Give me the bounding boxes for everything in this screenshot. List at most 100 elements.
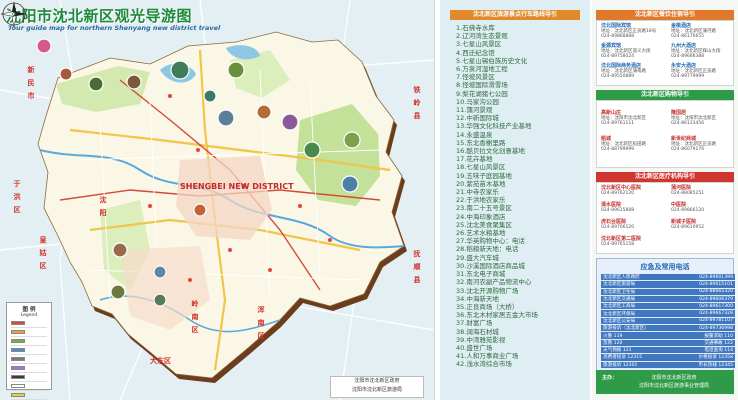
emergency-name: 沈北新区公安局 <box>601 317 677 326</box>
shopping-entry: 新世纪商城 地址：沈北新区正良路 024-86079176 <box>671 137 735 153</box>
map-title: 沈阳市沈北新区观光导游图 <box>6 7 193 25</box>
medical-entry: 沈北新区中心医院 024-89762120 <box>601 186 665 197</box>
medical-entry-phone: 024-89762120 <box>601 191 635 196</box>
legend-subtitle: Legend <box>20 313 38 318</box>
emergency-row: 旅游投诉（沈北新区） 024-89736998 <box>601 324 735 333</box>
scenic-list-item: 25.沈北美食聚集区 <box>456 220 512 229</box>
scenic-list-item: 42.浅水湾综合市场 <box>456 360 512 369</box>
scenic-list-item: 9.梨花湖猪七公园 <box>456 89 508 98</box>
dining-entry-phone: 024-89779999 <box>671 74 705 79</box>
emergency-phone: 024-89606379 <box>676 295 735 304</box>
tour-map[interactable]: 沈阳市沈北新区观光导游图 Tour guide map for northern… <box>0 0 435 400</box>
district-label-shen: 沈阳 <box>99 196 107 222</box>
shopping-entry-phone: 024-86133456 <box>671 121 705 126</box>
legend-rows <box>7 320 51 400</box>
legend-row <box>11 374 47 382</box>
map-legend: 图 例 Legend <box>6 302 52 400</box>
district-label-xinmin: 新民市 <box>27 66 35 105</box>
legend-row <box>11 392 47 400</box>
legend-row <box>11 338 47 346</box>
scenic-list: 1.石佛寺水库 2.辽河湾生态景观 3.七星山风景区 4.西迁纪念馆 5.七星山锡伯族历… <box>440 24 590 369</box>
emergency-row: 急救 120 交通事故 122 <box>601 339 735 347</box>
map-footer-line-2: 沈阳市沈北新区旅游局 <box>351 387 402 393</box>
emergency-phone: 市长热线 12345 <box>676 361 735 369</box>
legend-row <box>11 320 47 328</box>
scenic-list-item: 33.沈北开源购物广场 <box>456 286 519 295</box>
compass-rose-icon <box>0 1 27 28</box>
brochure-page: 沈阳市沈北新区观光导游图 Tour guide map for northern… <box>0 0 738 400</box>
medical-entry-phone: 024-89765158 <box>601 242 635 247</box>
dining-entry-phone: 024-86176655 <box>671 34 705 39</box>
medical-entry: 蒲河医院 024-88085251 <box>671 186 735 197</box>
emergency-phone: 024-89615101 <box>676 280 735 289</box>
medical-entry: 虎石台医院 024-89706120 <box>601 220 665 231</box>
scenic-list-item: 1.石佛寺水库 <box>456 24 495 32</box>
legend-row <box>11 329 47 337</box>
district-label-tieling: 铁岭县 <box>413 86 421 125</box>
scenic-list-item: 37.财富广场 <box>456 319 493 328</box>
emergency-row: 旅游投诉 12301 市长热线 12345 <box>601 361 735 369</box>
medical-entry-phone: 024-89706120 <box>601 225 635 230</box>
emergency-row: 沈北新区旅游局 024-89615101 <box>601 280 735 289</box>
emergency-name: 沈北新区旅游局 <box>601 280 677 289</box>
emergency-row: 沈北新区卫生局 024-88665320 <box>601 288 735 296</box>
legend-swatch <box>11 347 25 352</box>
scenic-list-item: 11.蒲河景观 <box>456 106 493 115</box>
legend-swatch <box>11 383 25 388</box>
scenic-list-item: 13.华强文化科技产业基地 <box>456 122 532 131</box>
emergency-phone-table: 沈北新区人民政府 024-89601399 沈北新区旅游局 024-89615101 沈… <box>601 274 735 369</box>
legend-row <box>11 356 47 364</box>
dining-entry-phone: 024-89666388 <box>671 54 705 59</box>
medical-entry-phone: 024-89866120 <box>671 208 705 213</box>
scenic-list-item: 4.西迁纪念馆 <box>456 48 495 57</box>
dining-entry: 永安大酒店 地址：沈北新区正良路 024-89779999 <box>671 64 735 80</box>
emergency-name: 急救 120 <box>601 339 677 347</box>
district-label-fushun: 抚顺县 <box>413 250 421 289</box>
legend-swatch <box>11 392 25 397</box>
shopping-entry-phone: 024-86079176 <box>671 147 705 152</box>
shopping-entry-phone: 024-89761111 <box>601 121 635 126</box>
legend-swatch <box>11 320 25 325</box>
emergency-name: 消费者投诉 12315 <box>601 353 677 362</box>
emergency-row: 沈北新区交通局 024-89606379 <box>601 295 735 304</box>
emergency-name: 沈北新区工商局 <box>601 302 677 311</box>
dining-entry-phone: 024-89550889 <box>601 74 635 79</box>
sponsor-label: 主办： <box>602 375 618 381</box>
shopping-entry: 高新山庄 地址：沈阳市沈北新区 024-89761111 <box>601 111 665 127</box>
medical-entry-phone: 024-88085251 <box>671 191 705 196</box>
legend-swatch <box>11 356 25 361</box>
medical-entry: 中医院 024-89866120 <box>671 203 735 214</box>
scenic-list-item: 5.七星山锡伯族历史文化 <box>456 56 528 65</box>
scenic-list-item: 34.中海新天地 <box>456 294 499 303</box>
emergency-phone: 024-89781107 <box>676 317 735 326</box>
district-label-hunnan: 浑南区 <box>257 306 265 345</box>
emergency-row: 沈北新区环保局 024-89667328 <box>601 309 735 318</box>
dining-entry: 九州大酒店 地址：沈北新区辉山大街 024-89666388 <box>671 44 735 60</box>
legend-title: 图 例 <box>22 307 36 313</box>
emergency-row: 沈北新区公安局 024-89781107 <box>601 317 735 326</box>
emergency-name: 旅游投诉（沈北新区） <box>601 324 677 333</box>
scenic-list-item: 3.七星山风景区 <box>456 40 502 49</box>
scenic-list-item: 19.五味子庭园基地 <box>456 171 512 180</box>
emergency-name: 沈北新区交通局 <box>601 295 677 304</box>
scenic-route-panel: 沈北新区旅游景点行车路线导引 1.石佛寺水库 2.辽河湾生态景观 3.七星山风景区 4… <box>440 0 590 400</box>
emergency-phone: 交通事故 122 <box>676 339 735 347</box>
emergency-row: 天气预报 121 电话查询 114 <box>601 346 735 355</box>
emergency-name: 沈北新区环保局 <box>601 309 677 318</box>
scenic-list-item: 14.永盛温泉 <box>456 130 493 139</box>
scenic-list-item: 18.七星山风景区 <box>456 163 506 172</box>
district-label-yuhong: 于洪区 <box>13 180 21 219</box>
scenic-list-item: 35.正良商场（大桥） <box>456 302 519 311</box>
scenic-list-item: 30.沙溪国际酒店商品城 <box>456 261 525 270</box>
map-footer-line-1: 沈阳市沈北新区政府 <box>354 378 400 384</box>
district-label-lingnan: 岭南区 <box>191 300 199 339</box>
legend-swatch <box>11 365 25 370</box>
scenic-list-item: 10.马家沟公园 <box>456 97 499 106</box>
emergency-phone: 024-89601399 <box>676 274 735 282</box>
medical-entry-phone: 024-89615888 <box>601 208 635 213</box>
map-graphic <box>0 0 434 400</box>
emergency-name: 天气预报 121 <box>601 346 677 355</box>
legend-row <box>11 365 47 373</box>
shopping-section-header: 沈北新区购物导引 <box>596 90 734 100</box>
district-label-dadong: 大东区 <box>150 357 171 365</box>
